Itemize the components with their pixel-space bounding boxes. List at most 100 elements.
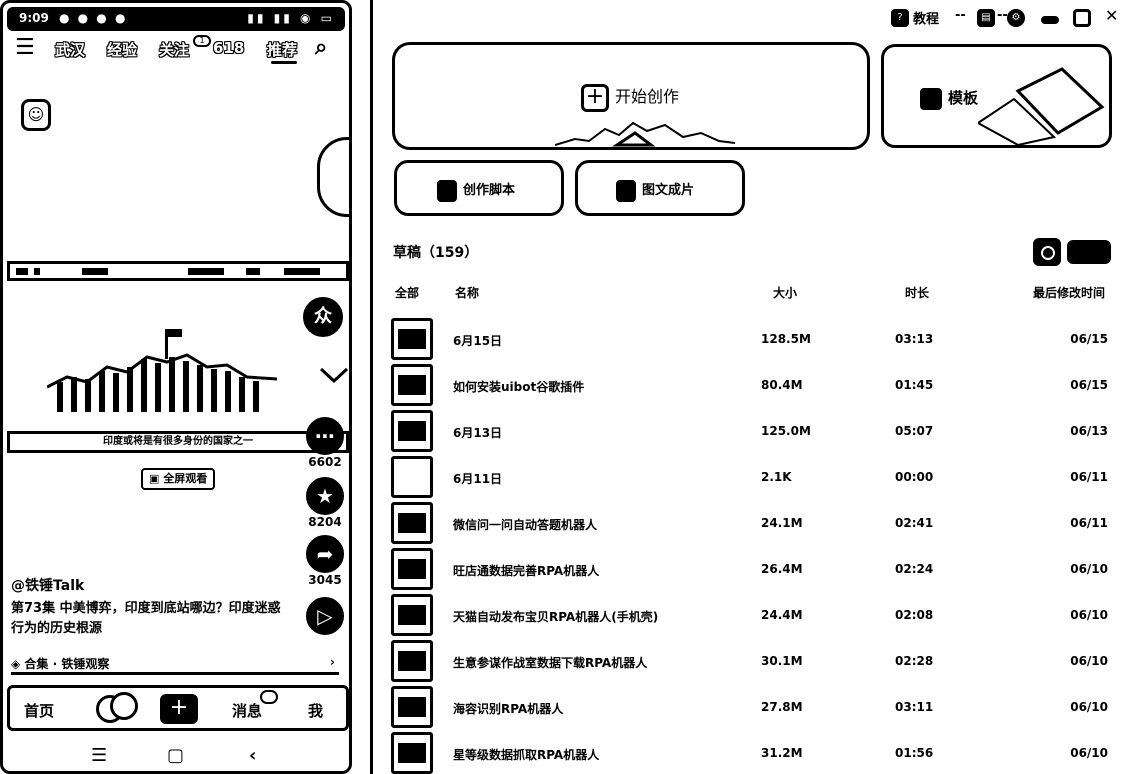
- table-row[interactable]: 如何安装uibot谷歌插件 80.4M 01:45 06/15: [373, 362, 1129, 408]
- back-icon[interactable]: ‹: [249, 745, 256, 766]
- minimize-icon[interactable]: [1041, 16, 1059, 24]
- tutorial-icon[interactable]: ?: [891, 9, 909, 27]
- draft-thumbnail[interactable]: [391, 732, 433, 774]
- draft-name[interactable]: 微信问一问自动答题机器人: [453, 516, 597, 533]
- friends-avatar[interactable]: [96, 692, 138, 726]
- template-card[interactable]: 模板: [881, 44, 1112, 148]
- close-icon[interactable]: ✕: [1105, 6, 1118, 25]
- table-row[interactable]: 天猫自动发布宝贝RPA机器人(手机壳) 24.4M 02:08 06/10: [373, 592, 1129, 638]
- table-row[interactable]: 星等级数据抓取RPA机器人 31.2M 01:56 06/10: [373, 730, 1129, 774]
- status-bar: 9:09 ● ● ● ● ▮▮ ▮▮ ◉ ▭: [7, 7, 345, 31]
- thumbnail-image: [398, 651, 426, 671]
- draft-name[interactable]: 旺店通数据完善RPA机器人: [453, 562, 599, 579]
- draft-date: 06/15: [1070, 378, 1108, 392]
- draft-name[interactable]: 6月13日: [453, 424, 502, 441]
- create-plus-button[interactable]: +: [160, 694, 198, 724]
- name-header[interactable]: 名称: [455, 284, 479, 301]
- author-name[interactable]: @铁锤Talk: [11, 575, 84, 595]
- draft-name[interactable]: 天猫自动发布宝贝RPA机器人(手机壳): [453, 608, 658, 625]
- draft-thumbnail[interactable]: [391, 640, 433, 682]
- draft-thumbnail[interactable]: [391, 456, 433, 498]
- draft-thumbnail[interactable]: [391, 548, 433, 590]
- thumbnail-image: [398, 513, 426, 533]
- search-button[interactable]: [1033, 238, 1061, 266]
- comment-action[interactable]: ⋯ 6602: [303, 417, 347, 469]
- active-tab-indicator: [271, 61, 297, 64]
- draft-name[interactable]: 6月11日: [453, 470, 502, 487]
- separator: --: [955, 8, 966, 23]
- table-row[interactable]: 6月13日 125.0M 05:07 06/13: [373, 408, 1129, 454]
- draft-date: 06/15: [1070, 332, 1108, 346]
- chevron-down-icon: [319, 367, 349, 383]
- draft-size: 30.1M: [761, 654, 803, 668]
- view-toggle-button[interactable]: [1067, 240, 1111, 264]
- tab-me[interactable]: 我: [308, 700, 323, 721]
- episode-title[interactable]: 第73集 中美博弈，印度到底站哪边？印度迷惑行为的历史根源: [11, 599, 281, 639]
- table-row[interactable]: 海容识别RPA机器人 27.8M 03:11 06/10: [373, 684, 1129, 730]
- draft-duration: 01:56: [895, 746, 934, 760]
- table-row[interactable]: 微信问一问自动答题机器人 24.1M 02:41 06/11: [373, 500, 1129, 546]
- collection-row[interactable]: ◈ 合集 · 铁锤观察 ›: [11, 655, 339, 675]
- circle-logo-button[interactable]: 众: [303, 297, 343, 337]
- tab-messages[interactable]: 消息: [232, 700, 262, 721]
- size-header[interactable]: 大小: [773, 284, 797, 301]
- search-icon[interactable]: ⌕: [315, 35, 327, 60]
- create-script-card[interactable]: 创作脚本: [394, 160, 564, 216]
- draft-name[interactable]: 6月15日: [453, 332, 502, 349]
- menu-icon[interactable]: ☰: [15, 35, 35, 60]
- draft-date: 06/10: [1070, 562, 1108, 576]
- settings-gear-icon[interactable]: ⚙: [1007, 9, 1025, 27]
- draft-date: 06/10: [1070, 654, 1108, 668]
- image-to-video-card[interactable]: 图文成片: [575, 160, 745, 216]
- start-create-card[interactable]: + 开始创作: [392, 42, 870, 150]
- tab-experience[interactable]: 经验: [107, 39, 137, 60]
- draft-thumbnail[interactable]: [391, 502, 433, 544]
- tab-wuhan[interactable]: 武汉: [55, 39, 85, 60]
- tab-recommend[interactable]: 推荐: [267, 39, 297, 60]
- draft-thumbnail[interactable]: [391, 364, 433, 406]
- select-all-header[interactable]: 全部: [395, 284, 419, 301]
- draft-duration: 01:45: [895, 378, 934, 392]
- maximize-icon[interactable]: [1073, 9, 1091, 27]
- draft-thumbnail[interactable]: [391, 686, 433, 728]
- draft-name[interactable]: 星等级数据抓取RPA机器人: [453, 746, 599, 763]
- table-row[interactable]: 6月11日 2.1K 00:00 06/11: [373, 454, 1129, 500]
- draft-name[interactable]: 如何安装uibot谷歌插件: [453, 378, 584, 395]
- video-frame[interactable]: 众: [7, 287, 349, 427]
- thumbnail-image: [398, 421, 426, 441]
- draft-thumbnail[interactable]: [391, 410, 433, 452]
- draft-name[interactable]: 海容识别RPA机器人: [453, 700, 563, 717]
- feedback-icon[interactable]: ▤: [977, 9, 995, 27]
- share-action[interactable]: ➦ 3045: [303, 535, 347, 587]
- star-icon: ★: [306, 477, 344, 515]
- tab-home[interactable]: 首页: [24, 700, 54, 721]
- table-row[interactable]: 6月15日 128.5M 03:13 06/15: [373, 316, 1129, 362]
- thumbnail-image: [398, 697, 426, 717]
- thumbnail-image: [398, 375, 426, 395]
- follow-badge: 1: [193, 35, 211, 47]
- ticker-mark: [16, 268, 28, 275]
- draft-thumbnail[interactable]: [391, 594, 433, 636]
- modified-header[interactable]: 最后修改时间: [1033, 284, 1105, 301]
- tutorial-link[interactable]: 教程: [913, 8, 939, 27]
- recent-apps-icon[interactable]: ☰: [91, 745, 107, 766]
- music-action[interactable]: ▷: [303, 597, 347, 635]
- table-row[interactable]: 旺店通数据完善RPA机器人 26.4M 02:24 06/10: [373, 546, 1129, 592]
- draft-date: 06/11: [1070, 470, 1108, 484]
- sticker-icon[interactable]: ☺: [21, 99, 51, 131]
- tab-618[interactable]: 618: [213, 39, 244, 57]
- draft-name[interactable]: 生意参谋作战室数据下载RPA机器人: [453, 654, 647, 671]
- duration-header[interactable]: 时长: [905, 284, 929, 301]
- tab-follow[interactable]: 关注: [159, 39, 189, 60]
- draft-date: 06/10: [1070, 608, 1108, 622]
- favorite-action[interactable]: ★ 8204: [303, 477, 347, 529]
- thumbnail-image: [398, 743, 426, 763]
- table-row[interactable]: 生意参谋作战室数据下载RPA机器人 30.1M 02:28 06/10: [373, 638, 1129, 684]
- home-square-icon[interactable]: ▢: [167, 745, 184, 766]
- status-time: 9:09: [19, 11, 49, 25]
- draft-thumbnail[interactable]: [391, 318, 433, 360]
- draft-duration: 03:13: [895, 332, 934, 346]
- title-bar: ? 教程 -- ▤ -- ⚙ ✕: [373, 6, 1129, 32]
- fullscreen-button[interactable]: ▣ 全屏观看: [141, 468, 216, 490]
- template-card-decoration: [978, 67, 1105, 145]
